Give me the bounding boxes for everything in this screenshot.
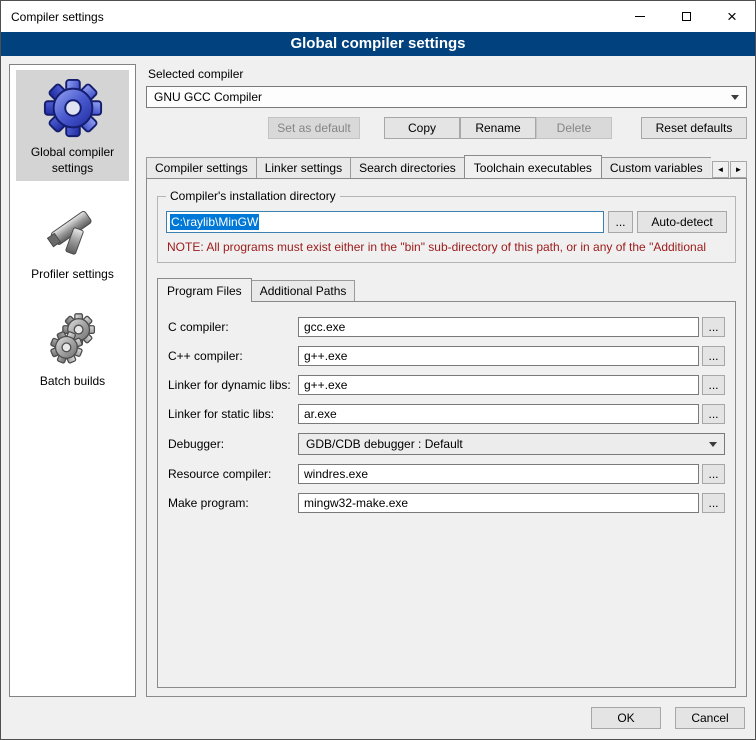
- titlebar[interactable]: Compiler settings ×: [1, 1, 755, 32]
- field-row-static-linker: Linker for static libs: ar.exe ...: [168, 404, 725, 424]
- program-files-tabstrip: Program Files Additional Paths: [157, 278, 736, 301]
- browse-directory-button[interactable]: ...: [608, 211, 633, 233]
- settings-category-list: Global compiler settings Profiler set: [9, 64, 136, 697]
- set-as-default-button[interactable]: Set as default: [268, 117, 360, 139]
- field-label: Linker for dynamic libs:: [168, 378, 298, 392]
- group-title: Compiler's installation directory: [166, 189, 340, 203]
- resource-compiler-input[interactable]: windres.exe: [298, 464, 699, 484]
- debugger-select[interactable]: GDB/CDB debugger : Default: [298, 433, 725, 455]
- right-arrow-icon: ►: [735, 165, 743, 174]
- compiler-actions: Set as default Copy Rename Delete Reset …: [146, 117, 747, 139]
- chevron-down-icon: [709, 442, 717, 447]
- maximize-icon: [682, 12, 691, 21]
- browse-dynamic-linker-button[interactable]: ...: [702, 375, 725, 395]
- tab-compiler-settings[interactable]: Compiler settings: [146, 157, 257, 178]
- field-row-cpp-compiler: C++ compiler: g++.exe ...: [168, 346, 725, 366]
- tab-scroll-left-button[interactable]: ◄: [712, 161, 729, 178]
- rename-button[interactable]: Rename: [460, 117, 536, 139]
- browse-static-linker-button[interactable]: ...: [702, 404, 725, 424]
- compiler-settings-window: Compiler settings × Global compiler sett…: [0, 0, 756, 740]
- browse-make-program-button[interactable]: ...: [702, 493, 725, 513]
- sidebar-item-profiler-settings[interactable]: Profiler settings: [16, 194, 129, 288]
- field-row-make-program: Make program: mingw32-make.exe ...: [168, 493, 725, 513]
- minimize-icon: [635, 16, 645, 17]
- sidebar-item-batch-builds[interactable]: Batch builds: [16, 301, 129, 395]
- field-label: C++ compiler:: [168, 349, 298, 363]
- tab-scroll-right-button[interactable]: ►: [730, 161, 747, 178]
- field-row-dynamic-linker: Linker for dynamic libs: g++.exe ...: [168, 375, 725, 395]
- main-panel: Selected compiler GNU GCC Compiler Set a…: [146, 64, 747, 697]
- close-button[interactable]: ×: [709, 1, 755, 32]
- minimize-button[interactable]: [617, 1, 663, 32]
- installation-directory-row: C:\raylib\MinGW ... Auto-detect: [166, 211, 727, 233]
- cancel-button[interactable]: Cancel: [675, 707, 745, 729]
- field-label: Linker for static libs:: [168, 407, 298, 421]
- field-value: ar.exe: [304, 407, 337, 421]
- browse-cpp-compiler-button[interactable]: ...: [702, 346, 725, 366]
- ok-button[interactable]: OK: [591, 707, 661, 729]
- gear-icon: [42, 77, 104, 139]
- dialog-body: Global compiler settings Profiler set: [1, 56, 755, 705]
- left-arrow-icon: ◄: [717, 165, 725, 174]
- field-label: Make program:: [168, 496, 298, 510]
- toolchain-executables-panel: Compiler's installation directory C:\ray…: [146, 178, 747, 697]
- cpp-compiler-input[interactable]: g++.exe: [298, 346, 699, 366]
- field-label: Resource compiler:: [168, 467, 298, 481]
- compiler-select[interactable]: GNU GCC Compiler: [146, 86, 747, 108]
- debugger-select-value: GDB/CDB debugger : Default: [306, 437, 463, 451]
- tabs-scroller: Compiler settings Linker settings Search…: [146, 155, 711, 178]
- copy-button[interactable]: Copy: [384, 117, 460, 139]
- selected-compiler-label: Selected compiler: [148, 67, 747, 81]
- tab-linker-settings[interactable]: Linker settings: [256, 157, 351, 178]
- browse-resource-compiler-button[interactable]: ...: [702, 464, 725, 484]
- field-value: windres.exe: [304, 467, 368, 481]
- c-compiler-input[interactable]: gcc.exe: [298, 317, 699, 337]
- field-value: mingw32-make.exe: [304, 496, 408, 510]
- dialog-heading: Global compiler settings: [1, 32, 755, 56]
- tab-additional-paths[interactable]: Additional Paths: [251, 280, 356, 301]
- field-row-debugger: Debugger: GDB/CDB debugger : Default: [168, 433, 725, 455]
- chevron-down-icon: [731, 95, 739, 100]
- field-label: C compiler:: [168, 320, 298, 334]
- window-controls: ×: [617, 1, 755, 32]
- compiler-select-value: GNU GCC Compiler: [154, 90, 262, 104]
- field-row-resource-compiler: Resource compiler: windres.exe ...: [168, 464, 725, 484]
- settings-tabstrip: Compiler settings Linker settings Search…: [146, 155, 747, 178]
- tab-toolchain-executables[interactable]: Toolchain executables: [464, 155, 602, 178]
- profiler-hammer-icon: [43, 201, 103, 261]
- batch-builds-gears-icon: [43, 308, 103, 368]
- sidebar-item-label: Batch builds: [40, 374, 105, 390]
- sidebar-item-global-compiler-settings[interactable]: Global compiler settings: [16, 70, 129, 181]
- tab-scroll-buttons: ◄ ►: [711, 161, 747, 178]
- note-text: NOTE: All programs must exist either in …: [167, 240, 726, 254]
- sidebar-item-label: Global compiler settings: [18, 145, 127, 176]
- field-value: g++.exe: [304, 349, 347, 363]
- dynamic-linker-input[interactable]: g++.exe: [298, 375, 699, 395]
- reset-defaults-button[interactable]: Reset defaults: [641, 117, 747, 139]
- tab-search-directories[interactable]: Search directories: [350, 157, 465, 178]
- make-program-input[interactable]: mingw32-make.exe: [298, 493, 699, 513]
- selected-text: C:\raylib\MinGW: [170, 214, 259, 230]
- browse-c-compiler-button[interactable]: ...: [702, 317, 725, 337]
- tab-custom-variables[interactable]: Custom variables: [601, 157, 711, 178]
- maximize-button[interactable]: [663, 1, 709, 32]
- field-label: Debugger:: [168, 437, 298, 451]
- tab-program-files[interactable]: Program Files: [157, 278, 252, 302]
- field-value: g++.exe: [304, 378, 347, 392]
- installation-directory-group: Compiler's installation directory C:\ray…: [157, 196, 736, 263]
- program-files-panel: C compiler: gcc.exe ... C++ compiler: g+…: [157, 301, 736, 688]
- delete-button[interactable]: Delete: [536, 117, 612, 139]
- static-linker-input[interactable]: ar.exe: [298, 404, 699, 424]
- installation-directory-input[interactable]: C:\raylib\MinGW: [166, 211, 604, 233]
- close-icon: ×: [727, 8, 737, 25]
- auto-detect-button[interactable]: Auto-detect: [637, 211, 727, 233]
- sidebar-item-label: Profiler settings: [31, 267, 114, 283]
- field-value: gcc.exe: [304, 320, 345, 334]
- window-title: Compiler settings: [1, 10, 104, 24]
- field-row-c-compiler: C compiler: gcc.exe ...: [168, 317, 725, 337]
- dialog-footer: OK Cancel: [1, 705, 755, 739]
